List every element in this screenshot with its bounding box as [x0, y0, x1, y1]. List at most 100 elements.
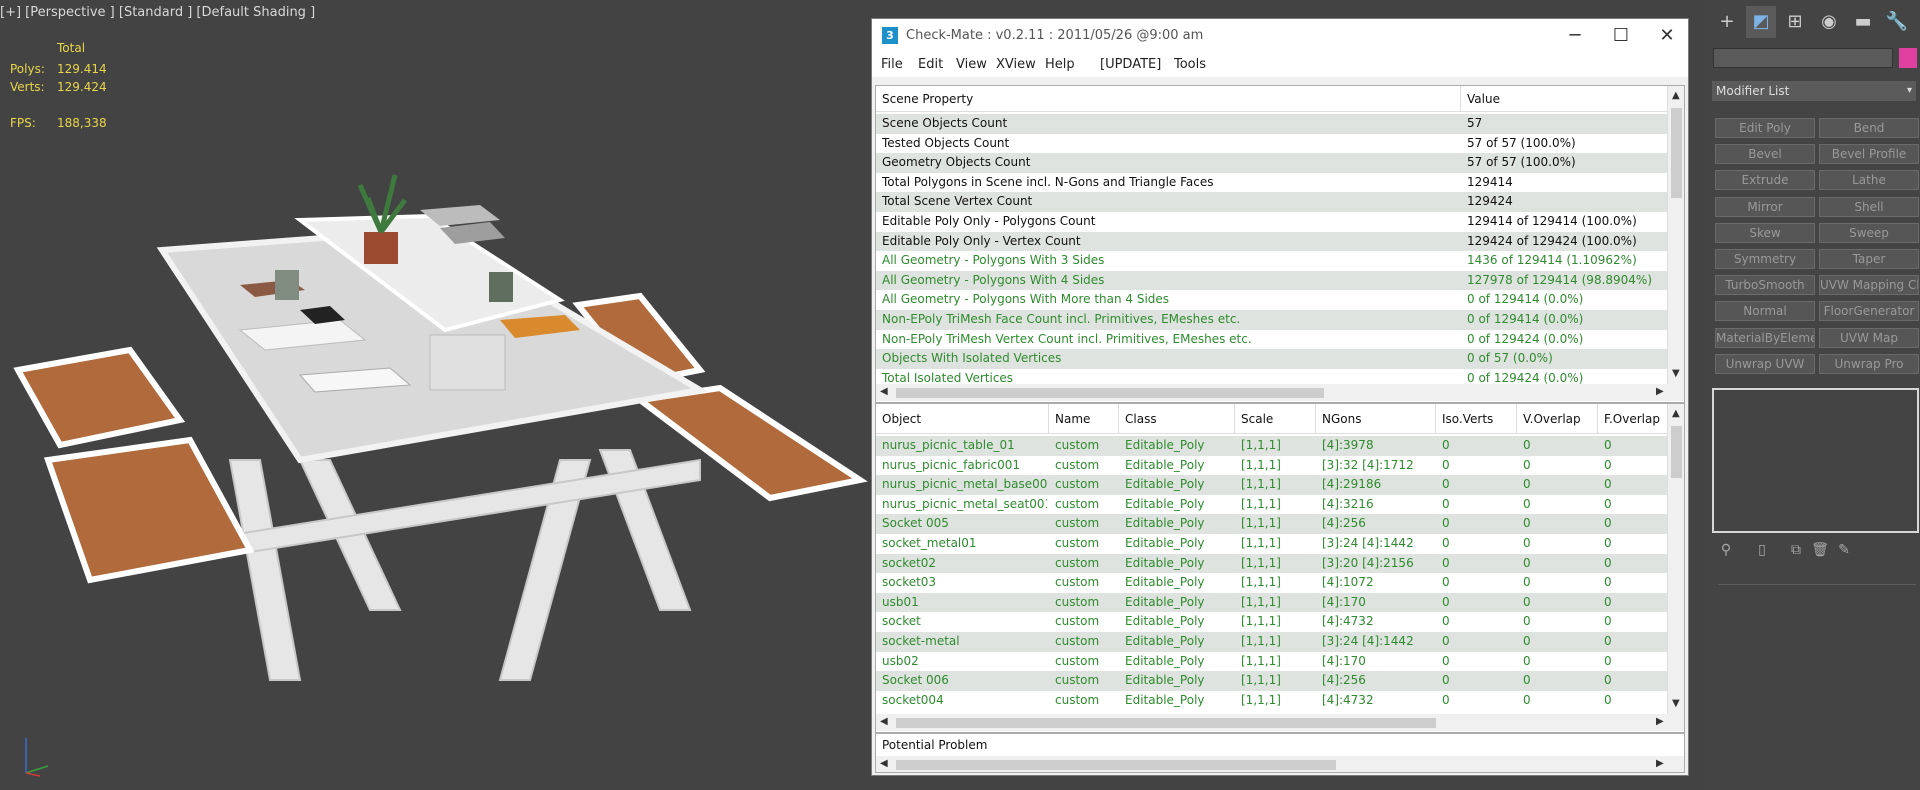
table-row[interactable]: nurus_picnic_table_01 custom Editable_Poly… — [876, 436, 1669, 456]
modifier-button-taper[interactable]: Taper — [1819, 249, 1919, 269]
modifier-button-shell[interactable]: Shell — [1819, 196, 1919, 217]
pin-stack-icon[interactable]: ⚲ — [1716, 542, 1736, 562]
col-scene-property[interactable]: Scene Property — [876, 86, 1461, 112]
menu-view[interactable]: View — [956, 57, 987, 72]
col-value[interactable]: Value — [1461, 86, 1671, 112]
scroll-up-icon[interactable]: ▲ — [1672, 90, 1680, 101]
problem-hscroll-thumb[interactable] — [896, 760, 1336, 770]
checkmate-window[interactable]: 3 Check-Mate : v0.2.11 : 2011/05/26 @9:0… — [871, 18, 1689, 776]
modifier-button-unwrap-uvw[interactable]: Unwrap UVW — [1715, 353, 1815, 374]
modifier-button-sweep[interactable]: Sweep — [1819, 222, 1919, 243]
scroll-right-icon[interactable]: ▶ — [1656, 716, 1664, 727]
table-row[interactable]: socket02 custom Editable_Poly [1,1,1] [3]:20… — [876, 553, 1669, 574]
col-object[interactable]: Object — [876, 404, 1049, 434]
modifier-stack[interactable] — [1712, 388, 1919, 533]
table-row[interactable]: socket custom Editable_Poly [1,1,1] [4]:4732… — [876, 612, 1669, 632]
scene-row[interactable]: Editable Poly Only - Polygons Count 12941… — [876, 212, 1669, 232]
scroll-left-icon[interactable]: ◀ — [880, 716, 888, 727]
make-unique-icon[interactable]: ⧉ — [1786, 542, 1806, 562]
minimize-icon[interactable]: ─ — [1552, 19, 1598, 53]
modifier-button-symmetry[interactable]: Symmetry — [1715, 249, 1815, 269]
show-end-result-icon[interactable]: ▯ — [1752, 542, 1772, 562]
potential-problem-panel[interactable]: Potential Problem ◀ ▶ — [875, 733, 1685, 773]
table-row[interactable]: socket-metal custom Editable_Poly [1,1,1] [3… — [876, 632, 1669, 652]
menu-edit[interactable]: Edit — [918, 57, 943, 72]
table-row[interactable]: socket_metal01 custom Editable_Poly [1,1,1]… — [876, 534, 1669, 554]
scene-row[interactable]: Tested Objects Count 57 of 57 (100.0%) — [876, 134, 1669, 154]
scene-row[interactable]: Total Polygons in Scene incl. N-Gons and… — [876, 173, 1669, 193]
scene-property-panel[interactable]: Scene Property Value Scene Objects Count… — [875, 85, 1685, 403]
scene-row[interactable]: Total Scene Vertex Count 129424 — [876, 192, 1669, 212]
menu-tools[interactable]: Tools — [1174, 57, 1206, 72]
table-row[interactable]: nurus_picnic_metal_base001 custom Editable… — [876, 475, 1669, 495]
col-scale[interactable]: Scale — [1235, 404, 1316, 434]
modifier-button-mirror[interactable]: Mirror — [1715, 196, 1815, 217]
table-row[interactable]: Socket 006 custom Editable_Poly [1,1,1] [4]:… — [876, 671, 1669, 691]
display-icon[interactable]: ▬ — [1848, 6, 1878, 38]
modifier-button-floorgenerator[interactable]: FloorGenerator — [1819, 301, 1919, 322]
hierarchy-icon[interactable]: ⊞ — [1780, 6, 1810, 38]
modifier-list-dropdown[interactable]: Modifier List ▾ — [1712, 81, 1916, 101]
problem-horizontal-scrollbar[interactable]: ◀ ▶ — [876, 756, 1684, 772]
table-row[interactable]: usb02 custom Editable_Poly [1,1,1] [4]:170 0 0… — [876, 652, 1669, 672]
modifier-button-skew[interactable]: Skew — [1715, 222, 1815, 243]
menu-xview[interactable]: XView — [996, 57, 1036, 72]
scene-horizontal-scrollbar[interactable]: ◀ ▶ — [876, 384, 1684, 401]
table-row[interactable]: socket03 custom Editable_Poly [1,1,1] [4]:10… — [876, 573, 1669, 593]
col-v-overlap[interactable]: V.Overlap — [1517, 404, 1598, 434]
maximize-icon[interactable]: ☐ — [1598, 19, 1644, 53]
table-row[interactable]: nurus_picnic_metal_seat001 custom Editable… — [876, 495, 1669, 515]
scene-row[interactable]: Editable Poly Only - Vertex Count 129424 … — [876, 231, 1669, 252]
object-horizontal-scrollbar[interactable]: ◀ ▶ — [876, 714, 1684, 731]
scene-row[interactable]: Non-EPoly TriMesh Vertex Count incl. Pri… — [876, 330, 1669, 350]
create-icon[interactable]: + — [1712, 6, 1742, 38]
modifier-button-uvw-mapping-clear[interactable]: UVW Mapping Clear — [1819, 275, 1919, 296]
table-row[interactable]: nurus_picnic_fabric001 custom Editable_Pol… — [876, 456, 1669, 476]
modify-icon[interactable]: ◩ — [1746, 6, 1776, 38]
menu-file[interactable]: File — [881, 57, 903, 72]
scroll-right-icon[interactable]: ▶ — [1656, 758, 1664, 769]
remove-modifier-icon[interactable]: 🗑 — [1810, 542, 1830, 562]
scene-row[interactable]: All Geometry - Polygons With 4 Sides 1279… — [876, 270, 1669, 291]
col-ngons[interactable]: NGons — [1316, 404, 1436, 434]
scene-row[interactable]: Geometry Objects Count 57 of 57 (100.0%) — [876, 153, 1669, 173]
modifier-button-turbosmooth[interactable]: TurboSmooth — [1715, 275, 1815, 296]
scroll-down-icon[interactable]: ▼ — [1672, 698, 1680, 709]
col-iso-verts[interactable]: Iso.Verts — [1436, 404, 1517, 434]
table-row[interactable]: Socket 005 custom Editable_Poly [1,1,1] [4]:… — [876, 514, 1669, 534]
viewport-label[interactable]: [+] [Perspective ] [Standard ] [Default … — [0, 5, 315, 20]
scene-row[interactable]: All Geometry - Polygons With More than 4… — [876, 290, 1669, 310]
modifier-button-edit-poly[interactable]: Edit Poly — [1715, 118, 1815, 138]
modifier-button-unwrap-pro[interactable]: Unwrap Pro — [1819, 353, 1919, 374]
col-name[interactable]: Name — [1049, 404, 1119, 434]
modifier-button-normal[interactable]: Normal — [1715, 301, 1815, 322]
modifier-button-bend[interactable]: Bend — [1819, 118, 1919, 138]
table-row[interactable]: socket004 custom Editable_Poly [1,1,1] [4]:4… — [876, 691, 1669, 711]
scene-row[interactable]: Non-EPoly TriMesh Face Count incl. Primi… — [876, 310, 1669, 330]
scene-row[interactable]: Scene Objects Count 57 — [876, 114, 1669, 134]
scroll-down-icon[interactable]: ▼ — [1672, 368, 1680, 379]
utilities-icon[interactable]: 🔧 — [1882, 6, 1912, 38]
scene-row[interactable]: All Geometry - Polygons With 3 Sides 1436… — [876, 251, 1669, 271]
menu-update[interactable]: [UPDATE] — [1100, 57, 1161, 72]
modifier-button-materialbyelement[interactable]: MaterialByElement — [1715, 327, 1815, 348]
modifier-button-lathe[interactable]: Lathe — [1819, 170, 1919, 191]
close-icon[interactable]: ✕ — [1644, 19, 1690, 53]
scroll-up-icon[interactable]: ▲ — [1672, 408, 1680, 419]
modifier-button-uvw-map[interactable]: UVW Map — [1819, 327, 1919, 348]
scene-vscroll-thumb[interactable] — [1671, 108, 1682, 198]
object-hscroll-thumb[interactable] — [896, 718, 1436, 728]
table-row[interactable]: usb01 custom Editable_Poly [1,1,1] [4]:170 0 0… — [876, 592, 1669, 613]
scene-hscroll-thumb[interactable] — [896, 388, 1324, 398]
col-class[interactable]: Class — [1119, 404, 1235, 434]
object-vscroll-thumb[interactable] — [1671, 426, 1682, 478]
scroll-left-icon[interactable]: ◀ — [880, 386, 888, 397]
configure-sets-icon[interactable]: ✎ — [1834, 542, 1854, 562]
menu-help[interactable]: Help — [1045, 57, 1075, 72]
col-f-overlap[interactable]: F.Overlap — [1598, 404, 1678, 434]
scroll-left-icon[interactable]: ◀ — [880, 758, 888, 769]
scene-vertical-scrollbar[interactable]: ▲ ▼ — [1667, 86, 1684, 384]
object-panel[interactable]: Object Name Class Scale NGons Iso.Verts … — [875, 403, 1685, 733]
modifier-button-extrude[interactable]: Extrude — [1715, 170, 1815, 191]
motion-icon[interactable]: ◉ — [1814, 6, 1844, 38]
